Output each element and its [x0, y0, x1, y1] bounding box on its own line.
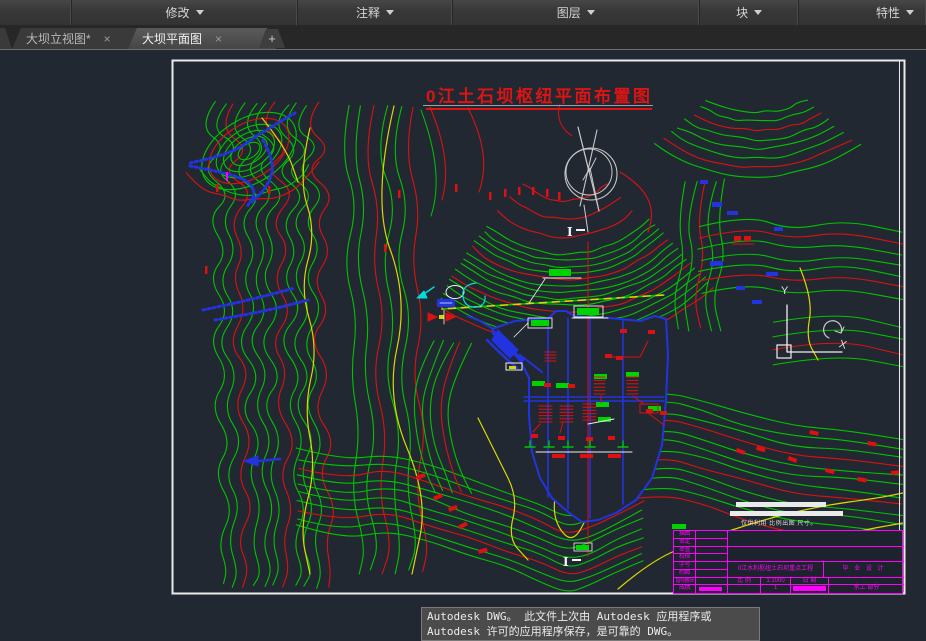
panel-label-block: 块 — [736, 6, 749, 20]
chevron-down-icon — [754, 10, 763, 15]
section-dash — [571, 558, 581, 561]
scale-bar-top — [736, 502, 826, 507]
title-block-row: 成绩 — [674, 585, 728, 593]
ucs-y-label: Y — [781, 285, 789, 297]
file-tab-plan[interactable]: 大坝平面图 × — [128, 28, 276, 49]
date-label: 日 期 — [791, 577, 829, 585]
title-block-row: 审查 — [674, 546, 728, 555]
file-tab-bar: 大坝立视图* × 大坝平面图 × + — [0, 25, 926, 50]
ribbon-panel-annotate[interactable]: 注释 — [298, 0, 453, 25]
title-block-fill — [699, 587, 722, 592]
ribbon-bar: 修改 注释 图层 块 特性 — [0, 0, 926, 25]
section-marker-bottom: I — [563, 555, 581, 569]
section-marker-top: I — [567, 225, 585, 239]
title-block-row: 制图 — [674, 569, 728, 578]
ribbon-panel-block[interactable]: 块 — [700, 0, 800, 25]
scale-note: 仅供利用 比例出图 尺寸。 — [741, 521, 817, 527]
dept-name: 水工 部分 — [853, 585, 880, 592]
tooltip-line1: Autodesk DWG。 此文件上次由 Autodesk 应用程序或 — [427, 610, 712, 623]
ribbon-panel-layers[interactable]: 图层 — [453, 0, 700, 25]
title-underline — [423, 105, 653, 106]
project-name: 0江水利枢纽土石坝重点工程 — [728, 562, 824, 577]
title-block-row: 描图 — [674, 531, 728, 539]
file-tab-elevation[interactable]: 大坝立视图* × — [12, 28, 146, 49]
panel-label-properties: 特性 — [876, 6, 901, 20]
scale-value: 1:1000 — [761, 577, 791, 585]
title-block-fill — [793, 586, 826, 592]
ribbon-panel-blank — [0, 0, 72, 25]
chevron-down-icon — [586, 10, 595, 15]
misc-value: 1 — [761, 585, 791, 593]
chevron-down-icon — [386, 10, 395, 15]
title-block-cell-empty — [728, 547, 904, 562]
scale-bar-bottom — [730, 511, 843, 516]
close-icon[interactable]: × — [215, 33, 222, 45]
panel-label-annotate: 注释 — [356, 6, 381, 20]
file-tab-label: 大坝平面图 — [142, 32, 203, 46]
tooltip-line2: Autodesk 许可的应用程序保存，是可靠的 DWG。 — [427, 625, 679, 638]
title-block-row: 审定 — [674, 538, 728, 547]
project-type: 毕 业 设 计 — [842, 566, 886, 572]
chevron-down-icon — [906, 10, 915, 15]
dwg-trust-tooltip: Autodesk DWG。 此文件上次由 Autodesk 应用程序或 Auto… — [421, 607, 760, 641]
title-block-project-row: 0江水利枢纽土石坝重点工程 毕 业 设 计 — [728, 562, 904, 578]
plus-icon: + — [268, 31, 276, 46]
title-block-row: 指导教师 — [674, 577, 728, 586]
chevron-down-icon — [195, 10, 204, 15]
scale-label: 比 例 — [728, 577, 761, 585]
title-block-cell-empty — [728, 531, 904, 547]
ribbon-panel-modify[interactable]: 修改 — [72, 0, 299, 25]
file-tab-label: 大坝立视图* — [26, 32, 91, 46]
panel-label-modify: 修改 — [165, 6, 190, 20]
panel-label-layers: 图层 — [556, 6, 581, 20]
title-block: 描图 审定 审查 校核 学号 制图 指导教师 成绩 0江水利枢纽土石坝重点工程 … — [673, 530, 904, 594]
title-block-row: 校核 — [674, 554, 728, 562]
title-block-row: 学号 — [674, 562, 728, 570]
section-dash — [575, 228, 585, 231]
ribbon-panel-properties[interactable]: 特性 — [799, 0, 926, 25]
file-tab-partial[interactable] — [0, 28, 12, 49]
close-icon[interactable]: × — [104, 33, 111, 45]
title-block-bottom-row: 1 水工 部分 — [728, 585, 904, 593]
